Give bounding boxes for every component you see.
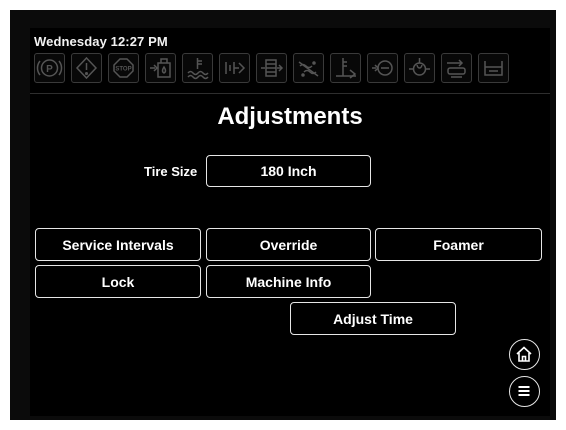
oil-pressure-icon <box>367 53 398 83</box>
coolant-level-icon <box>182 53 213 83</box>
filter-icon <box>256 53 287 83</box>
home-icon <box>516 346 532 362</box>
page-title: Adjustments <box>217 103 363 130</box>
service-intervals-button[interactable]: Service Intervals <box>35 228 201 261</box>
park-brake-icon: P <box>34 53 65 83</box>
hitch-icon <box>441 53 472 83</box>
display-screen: Wednesday 12:27 PM P STOP Adjustments Ti… <box>30 28 550 416</box>
fuel-level-icon <box>330 53 361 83</box>
lock-button[interactable]: Lock <box>35 265 201 298</box>
machine-info-button[interactable]: Machine Info <box>206 265 371 298</box>
hydraulic-oil-icon <box>145 53 176 83</box>
foamer-button[interactable]: Foamer <box>375 228 542 261</box>
home-button[interactable] <box>509 339 540 370</box>
warning-icon <box>71 53 102 83</box>
status-bar: Wednesday 12:27 PM P STOP <box>30 28 550 93</box>
stop-icon: STOP <box>108 53 139 83</box>
menu-button[interactable] <box>509 376 540 407</box>
oil-filter-icon <box>404 53 435 83</box>
svg-text:STOP: STOP <box>115 67 131 73</box>
header-divider <box>30 93 550 94</box>
override-button[interactable]: Override <box>206 228 371 261</box>
hamburger-menu-icon <box>518 386 530 396</box>
fluid-tank-icon <box>478 53 509 83</box>
adjust-time-button[interactable]: Adjust Time <box>290 302 456 335</box>
dpf-icon <box>293 53 324 83</box>
date-time: Wednesday 12:27 PM <box>34 34 168 49</box>
tire-size-button[interactable]: 180 Inch <box>206 155 371 187</box>
tire-size-label: Tire Size <box>144 164 198 179</box>
svg-text:P: P <box>46 64 53 75</box>
transmission-icon <box>219 53 250 83</box>
